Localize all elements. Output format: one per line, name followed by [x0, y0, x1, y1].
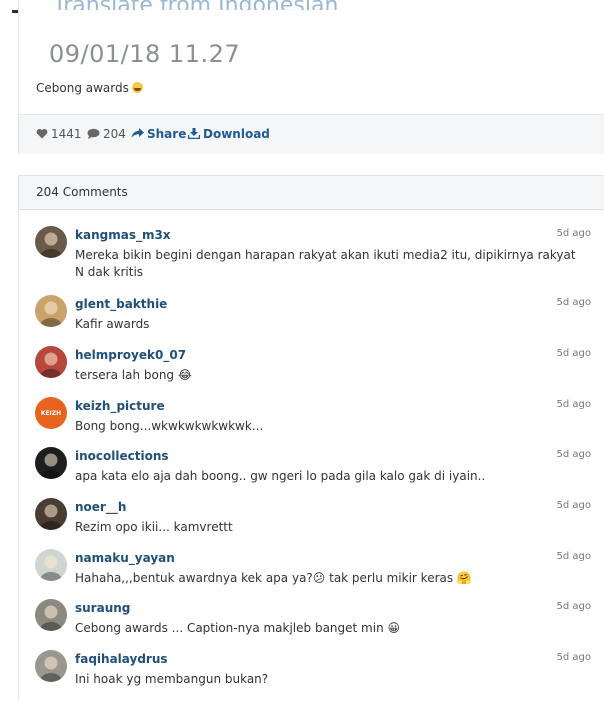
share-button[interactable]: Share	[131, 127, 186, 141]
comment-text: Rezim opo ikii... kamvrettt	[75, 520, 233, 534]
comment-time: 5d ago	[556, 652, 591, 663]
comment-time: 5d ago	[556, 228, 591, 239]
comments-value: 204	[103, 127, 126, 141]
laughing-emoji-icon	[131, 82, 143, 93]
comment-time: 5d ago	[556, 399, 591, 410]
translate-link[interactable]: Translate from Indonesian	[53, 0, 338, 10]
avatar[interactable]	[35, 549, 67, 581]
comment-text: Ini hoak yg membangun bukan?	[75, 672, 269, 686]
comment-username[interactable]: glent_bakthie	[75, 297, 167, 311]
comment-time: 5d ago	[556, 297, 591, 308]
likes-value: 1441	[51, 127, 82, 141]
comment-text: Kafir awards	[75, 317, 150, 331]
comments-card: 204 Comments kangmas_m3x 5d ago Mereka bik…	[18, 175, 604, 701]
comment-username[interactable]: inocollections	[75, 449, 169, 463]
download-label: Download	[203, 127, 270, 141]
comment-bubble-icon	[87, 128, 100, 139]
avatar[interactable]	[35, 226, 67, 258]
user-photo-icon	[40, 232, 62, 258]
comment-text: Hahaha,,,bentuk awardnya kek apa ya?😕 ta…	[75, 571, 472, 585]
comment-time: 5d ago	[556, 500, 591, 511]
avatar[interactable]	[35, 650, 67, 682]
comment-username[interactable]: noer__h	[75, 500, 126, 514]
comment-username[interactable]: faqihalaydrus	[75, 652, 168, 666]
download-button[interactable]: Download	[188, 127, 270, 141]
comment-text: tersera lah bong 😂	[75, 368, 192, 382]
comments-header: 204 Comments	[19, 176, 604, 210]
share-arrow-icon	[131, 128, 144, 138]
user-photo-icon	[40, 453, 62, 479]
comment-time: 5d ago	[556, 449, 591, 460]
user-photo-icon	[40, 352, 62, 378]
comment-username[interactable]: suraung	[75, 601, 130, 615]
user-photo-icon	[40, 555, 62, 581]
comment-time: 5d ago	[556, 551, 591, 562]
comment-username[interactable]: kangmas_m3x	[75, 228, 171, 242]
comments-count[interactable]: 204	[87, 127, 126, 141]
share-label: Share	[147, 127, 187, 141]
comment-username[interactable]: namaku_yayan	[75, 551, 175, 565]
avatar[interactable]: KEIZH	[35, 397, 67, 429]
comment-time: 5d ago	[556, 348, 591, 359]
post-date: 09/01/18 11.27	[49, 40, 241, 68]
comment-text: Bong bong...wkwkwkwkwkwk...	[75, 419, 264, 433]
comment-username[interactable]: keizh_picture	[75, 399, 165, 413]
comment-text: Mereka bikin begini dengan harapan rakya…	[75, 248, 576, 279]
comment-text: Cebong awards ... Caption-nya makjleb ba…	[75, 621, 401, 635]
post-actions-bar: 1441 204 Share Download	[19, 114, 604, 154]
caption-text: Cebong awards	[36, 81, 129, 95]
avatar[interactable]	[35, 346, 67, 378]
post-card: Translate from Indonesian 09/01/18 11.27…	[18, 0, 604, 154]
comment-time: 5d ago	[556, 601, 591, 612]
likes-count[interactable]: 1441	[36, 127, 82, 141]
avatar[interactable]	[35, 599, 67, 631]
avatar[interactable]	[35, 447, 67, 479]
comment-text: apa kata elo aja dah boong.. gw ngeri lo…	[75, 469, 486, 483]
user-photo-icon	[40, 605, 62, 631]
user-photo-icon	[40, 504, 62, 530]
user-photo-icon	[40, 301, 62, 327]
post-caption: Cebong awards	[36, 81, 143, 95]
avatar[interactable]	[35, 498, 67, 530]
comment-username[interactable]: helmproyek0_07	[75, 348, 186, 362]
download-icon	[188, 128, 200, 139]
heart-icon	[36, 129, 48, 139]
avatar[interactable]	[35, 295, 67, 327]
user-photo-icon	[40, 656, 62, 682]
